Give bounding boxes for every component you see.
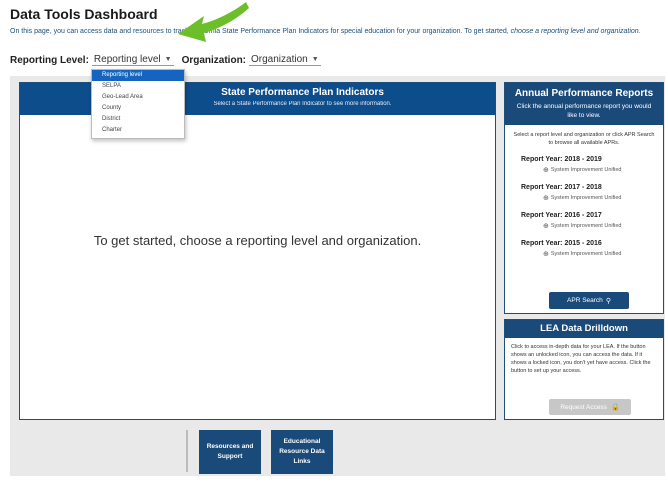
organization-select[interactable]: Organization ▼ — [249, 54, 321, 66]
lea-drilldown-panel: LEA Data Drilldown Click to access in-de… — [504, 319, 664, 420]
globe-icon: ⊕ — [543, 251, 549, 258]
lea-panel-title: LEA Data Drilldown — [505, 320, 663, 338]
chevron-down-icon: ▼ — [164, 56, 172, 63]
list-item: Report Year: 2016 - 2017 ⊕ System Improve… — [505, 212, 663, 230]
intro-text: On this page, you can access data and re… — [10, 28, 509, 35]
globe-icon: ⊕ — [543, 167, 549, 174]
page-title: Data Tools Dashboard — [10, 6, 158, 22]
apr-search-button[interactable]: APR Search ⚲ — [549, 292, 629, 309]
dropdown-option[interactable]: Geo-Lead Area — [92, 92, 184, 103]
apr-search-label: APR Search — [567, 297, 603, 304]
report-link-text: System Improvement Unified — [550, 195, 622, 201]
apr-panel-subtitle: Click the annual performance report you … — [516, 103, 652, 119]
report-link[interactable]: ⊕ System Improvement Unified — [521, 194, 663, 202]
lea-panel-body: Click to access in-depth data for your L… — [511, 344, 651, 374]
page-intro: On this page, you can access data and re… — [10, 27, 665, 36]
report-link[interactable]: ⊕ System Improvement Unified — [521, 250, 663, 258]
dropdown-option[interactable]: District — [92, 114, 184, 125]
request-access-button[interactable]: Request Access 🔒 — [549, 399, 631, 415]
apr-intro-text: Select a report level and organization o… — [513, 132, 655, 146]
spp-placeholder-text: To get started, choose a reporting level… — [93, 233, 422, 248]
report-link[interactable]: ⊕ System Improvement Unified — [521, 222, 663, 230]
organization-value: Organization — [251, 54, 308, 65]
divider — [186, 430, 188, 472]
list-item: Report Year: 2015 - 2016 ⊕ System Improve… — [505, 240, 663, 258]
lock-icon: 🔒 — [610, 404, 620, 411]
apr-panel: Annual Performance Reports Click the ann… — [504, 82, 664, 314]
dropdown-option[interactable]: County — [92, 103, 184, 114]
chevron-down-icon: ▼ — [311, 56, 319, 63]
report-year: Report Year: 2018 - 2019 — [521, 156, 602, 163]
reporting-level-select[interactable]: Reporting level ▼ — [91, 54, 174, 66]
report-link-text: System Improvement Unified — [550, 251, 622, 257]
report-link-text: System Improvement Unified — [550, 167, 622, 173]
resources-support-button[interactable]: Resources and Support — [199, 430, 261, 474]
list-item: Report Year: 2017 - 2018 ⊕ System Improve… — [505, 184, 663, 202]
apr-panel-header: Annual Performance Reports Click the ann… — [505, 83, 663, 125]
educational-data-links-button[interactable]: Educational Resource Data Links — [271, 430, 333, 474]
filter-bar: Reporting Level: Reporting level ▼ Organ… — [10, 52, 329, 68]
report-year: Report Year: 2017 - 2018 — [521, 184, 602, 191]
search-icon: ⚲ — [605, 297, 611, 305]
apr-panel-title: Annual Performance Reports — [514, 88, 654, 99]
report-link[interactable]: ⊕ System Improvement Unified — [521, 166, 663, 174]
reporting-level-value: Reporting level — [93, 54, 161, 65]
reporting-level-label: Reporting Level: — [10, 54, 89, 66]
report-year: Report Year: 2015 - 2016 — [521, 240, 602, 247]
pointer-arrow-icon — [178, 2, 249, 42]
apr-report-list: Report Year: 2018 - 2019 ⊕ System Improve… — [505, 153, 663, 258]
dropdown-option[interactable]: Reporting level — [92, 70, 184, 81]
globe-icon: ⊕ — [543, 195, 549, 202]
intro-emphasis: choose a reporting level and organizatio… — [510, 28, 641, 35]
dropdown-option[interactable]: SELPA — [92, 81, 184, 92]
list-item: Report Year: 2018 - 2019 ⊕ System Improve… — [505, 156, 663, 174]
report-link-text: System Improvement Unified — [550, 223, 622, 229]
organization-label: Organization: — [181, 54, 247, 66]
globe-icon: ⊕ — [543, 223, 549, 230]
reporting-level-dropdown: Reporting level SELPA Geo-Lead Area Coun… — [91, 69, 185, 139]
dropdown-option[interactable]: Charter — [92, 125, 184, 136]
report-year: Report Year: 2016 - 2017 — [521, 212, 602, 219]
request-access-label: Request Access — [560, 403, 607, 411]
